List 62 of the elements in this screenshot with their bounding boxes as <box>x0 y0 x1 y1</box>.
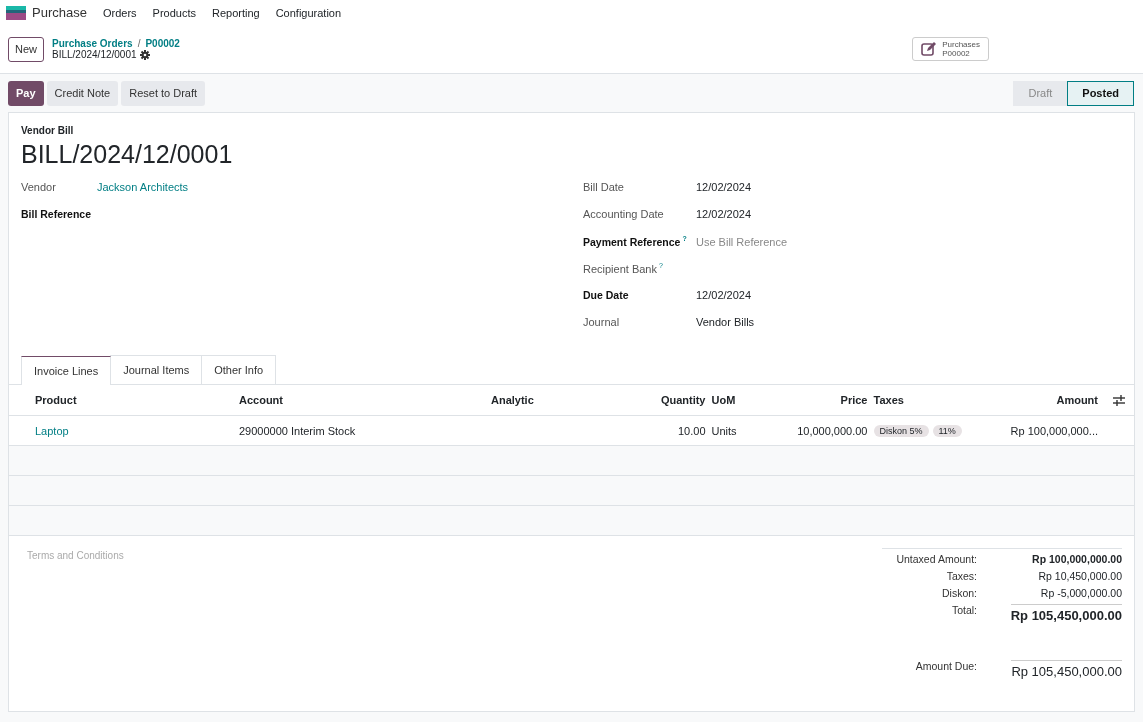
breadcrumb-link[interactable]: Purchase Orders <box>52 38 133 49</box>
action-button[interactable]: Credit Note <box>46 80 119 106</box>
notebook-tab[interactable]: Other Info <box>201 355 277 384</box>
settings-icon[interactable] <box>139 49 150 60</box>
vendor-link[interactable]: Jackson Architects <box>97 181 189 208</box>
total-value: Rp 100,000,000.00 <box>1032 553 1122 567</box>
field-label: Bill Reference <box>21 208 92 222</box>
field-label: Recipient Bank $^{?}$ <box>583 262 663 277</box>
action-button[interactable]: Reset to Draft <box>121 80 206 106</box>
status-stage[interactable]: Posted <box>1067 80 1134 106</box>
total-value: Rp 105,450,000.00 <box>1010 604 1122 644</box>
column-header[interactable]: Account <box>239 394 283 406</box>
total-value: Rp -5,000,000.00 <box>1040 587 1122 601</box>
field-value: 12/02/2024 <box>696 289 752 303</box>
column-header[interactable]: Taxes <box>873 394 904 406</box>
field-label: Accounting Date <box>583 208 664 222</box>
menu-item[interactable]: Orders <box>102 6 137 19</box>
column-header[interactable]: Price <box>840 394 868 406</box>
column-header[interactable]: Amount <box>1056 394 1098 406</box>
field-label: Payment Reference $^{?}$ <box>583 235 687 250</box>
menu-item[interactable]: Reporting <box>211 6 260 19</box>
column-settings-icon[interactable] <box>1113 394 1125 406</box>
bill-title: BILL/2024/12/0001 <box>21 140 234 169</box>
total-label: Diskon: <box>942 587 977 601</box>
product-link[interactable]: Laptop <box>35 424 69 437</box>
tax-tag: Diskon 5% <box>873 424 929 437</box>
column-header[interactable]: Analytic <box>491 394 534 406</box>
menu-item[interactable]: Products <box>152 6 196 19</box>
breadcrumb-link[interactable]: P00002 <box>145 38 180 49</box>
total-value: Rp 10,450,000.00 <box>1038 570 1122 584</box>
app-name[interactable]: Purchase <box>32 5 87 20</box>
total-label: Untaxed Amount: <box>896 553 977 567</box>
breadcrumb-separator: / <box>137 38 141 49</box>
menu-item[interactable]: Configuration <box>275 6 342 19</box>
total-label: Total: <box>951 604 977 618</box>
purchases-smart-button[interactable]: Purchases P00002 <box>912 37 989 61</box>
table-cell: 29000000 Interim Stock <box>239 424 356 437</box>
column-header[interactable]: UoM <box>711 394 736 406</box>
document-type-label: Vendor Bill <box>20 125 75 136</box>
action-button[interactable]: Pay <box>8 80 44 106</box>
table-cell: Units <box>711 424 737 437</box>
field-label: Bill Date <box>583 181 624 195</box>
field-label: Vendor <box>21 181 56 195</box>
total-label: Amount Due: <box>915 660 977 674</box>
table-cell: Rp 100,000,000... <box>1010 424 1098 437</box>
amount-due-value: Rp 105,450,000.00 <box>1011 660 1122 679</box>
field-label: Journal <box>583 316 620 330</box>
field-value: 12/02/2024 <box>696 181 752 195</box>
new-button[interactable]: New <box>8 36 44 62</box>
tax-tag: 11% <box>932 424 962 437</box>
edit-icon <box>921 41 938 57</box>
column-header[interactable]: Product <box>35 394 77 406</box>
column-header[interactable]: Quantity <box>660 394 706 406</box>
total-label: Taxes: <box>946 570 977 584</box>
record-name: BILL/2024/12/0001 <box>52 49 137 60</box>
field-value: Vendor Bills <box>696 316 755 330</box>
notebook-tab[interactable]: Invoice Lines <box>21 356 112 385</box>
table-cell: 10,000,000.00 <box>797 424 868 437</box>
app-logo-icon[interactable] <box>6 5 26 20</box>
table-cell: 10.00 <box>677 424 706 437</box>
field-label: Due Date <box>583 289 629 303</box>
field-value: 12/02/2024 <box>696 208 752 222</box>
